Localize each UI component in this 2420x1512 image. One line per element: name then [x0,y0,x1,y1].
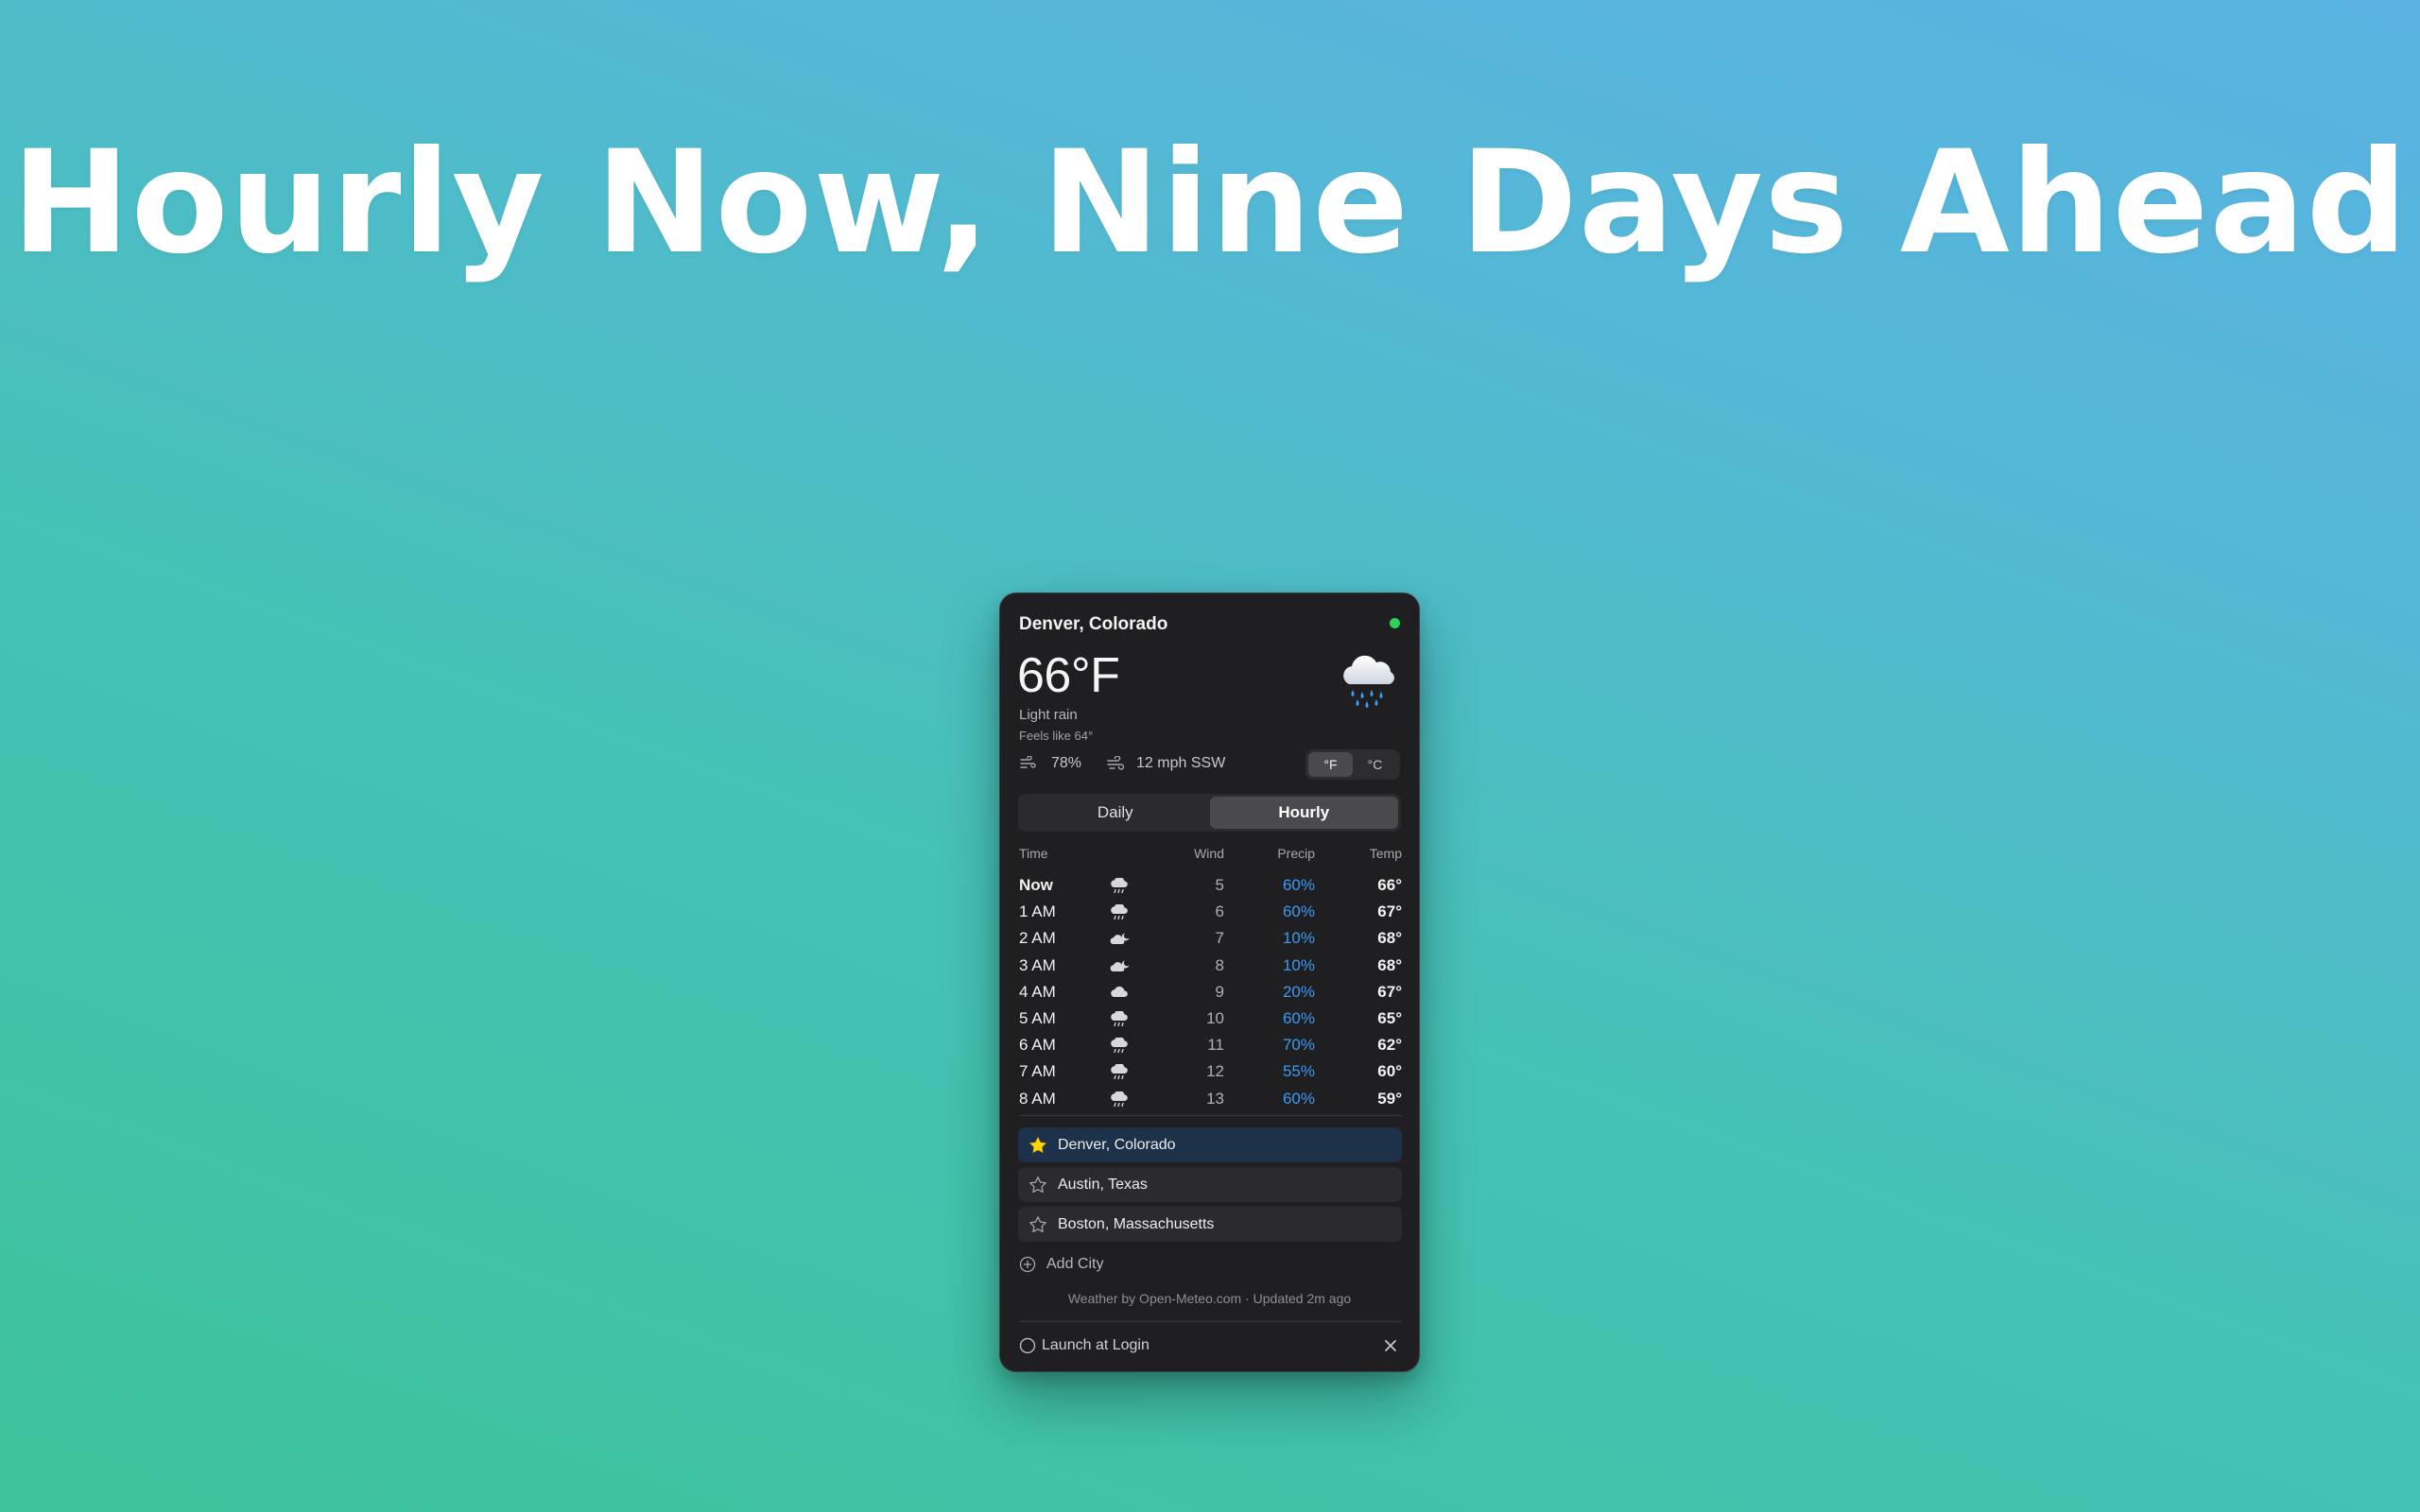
row-precip: 10% [1282,955,1315,974]
row-precip: 60% [1282,876,1315,894]
wind-icon [1106,756,1125,771]
attribution-text: Weather by Open-Meteo.com · Updated 2m a… [1067,1291,1352,1306]
row-wind: 11 [1207,1036,1224,1055]
city-item-denver[interactable]: Denver, Colorado [1018,1127,1402,1162]
humidity-icon [1019,756,1038,771]
rain-icon [1109,1005,1133,1032]
row-temp: 59° [1377,1089,1402,1108]
rain-icon [1109,872,1133,899]
header-wind: Wind [1194,846,1224,861]
city-item-label: Austin, Texas [1058,1176,1148,1193]
row-time: 5 AM [1019,1008,1056,1027]
divider [1019,1115,1402,1116]
cloud-moon-icon [1109,925,1133,952]
city-item-label: Denver, Colorado [1058,1136,1176,1153]
status-indicator [1390,618,1400,628]
current-temperature: 66°F [1017,648,1120,703]
launch-at-login-label: Launch at Login [1042,1337,1150,1353]
add-city-label: Add City [1046,1256,1104,1272]
row-time: 8 AM [1019,1089,1056,1108]
row-time: 3 AM [1019,955,1056,974]
tab-daily[interactable]: Daily [1021,797,1210,829]
row-time: 4 AM [1019,982,1056,1001]
table-row: 1 AM 6 60% 67° [1019,899,1402,925]
row-wind: 9 [1215,982,1224,1001]
rain-icon [1109,899,1133,925]
city-item-boston[interactable]: Boston, Massachusetts [1018,1207,1402,1242]
table-row: 8 AM 13 60% 59° [1019,1086,1402,1112]
row-time: 7 AM [1019,1062,1056,1081]
checkbox-icon[interactable] [1019,1337,1036,1354]
stats-row: 78% 12 mph SSW [1019,752,1225,775]
row-wind: 7 [1215,929,1224,948]
launch-at-login-toggle[interactable]: Launch at Login [1019,1334,1150,1357]
star-outline-icon[interactable] [1028,1215,1047,1234]
table-row: Now 5 60% 66° [1019,872,1402,899]
wind-value: 12 mph SSW [1136,755,1226,771]
weather-popover: Denver, Colorado 66°F Light rain Feels l… [999,593,1420,1372]
city-item-label: Boston, Massachusetts [1058,1215,1215,1232]
star-filled-icon[interactable] [1028,1136,1047,1155]
row-wind: 6 [1215,902,1224,921]
saved-cities-list: Denver, Colorado Austin, Texas Boston, M… [1018,1127,1402,1246]
header-time: Time [1019,846,1048,861]
feels-like-text: Feels like 64° [1019,729,1094,743]
star-outline-icon[interactable] [1028,1176,1047,1194]
table-row: 6 AM 11 70% 62° [1019,1032,1402,1058]
table-row: 5 AM 10 60% 65° [1019,1005,1402,1032]
rain-icon [1109,1032,1133,1058]
current-city-title: Denver, Colorado [1019,614,1168,634]
row-wind: 13 [1206,1089,1224,1108]
divider [1019,1321,1402,1322]
row-temp: 66° [1377,876,1402,894]
row-temp: 68° [1377,929,1402,948]
cloud-icon [1109,979,1133,1005]
row-precip: 55% [1282,1062,1315,1081]
rain-cloud-icon [1336,646,1402,713]
table-row: 2 AM 7 10% 68° [1019,925,1402,952]
plus-circle-icon [1019,1256,1036,1273]
hourly-table-body: Now 5 60% 66° 1 AM 6 60% 67° 2 AM 7 10% … [1019,872,1402,1112]
row-temp: 67° [1377,902,1402,921]
header-temp: Temp [1369,846,1402,861]
row-wind: 10 [1206,1008,1224,1027]
close-icon[interactable] [1381,1336,1400,1355]
table-row: 7 AM 12 55% 60° [1019,1058,1402,1085]
row-precip: 20% [1282,982,1315,1001]
row-precip: 60% [1282,1089,1315,1108]
row-wind: 5 [1215,876,1224,894]
city-item-austin[interactable]: Austin, Texas [1018,1167,1402,1202]
row-time: Now [1019,876,1053,894]
rain-icon [1109,1058,1133,1085]
celsius-button[interactable]: °C [1353,752,1397,777]
fahrenheit-button[interactable]: °F [1308,752,1353,777]
rain-icon [1109,1086,1133,1112]
condition-text: Light rain [1019,707,1078,723]
table-row: 3 AM 8 10% 68° [1019,953,1402,979]
row-precip: 70% [1282,1036,1315,1055]
row-temp: 65° [1377,1008,1402,1027]
view-segmented-control: Daily Hourly [1018,794,1401,832]
header-precip: Precip [1277,846,1315,861]
headline: Hourly Now, Nine Days Ahead [11,121,2409,285]
row-precip: 60% [1282,1008,1315,1027]
row-time: 2 AM [1019,929,1056,948]
table-row: 4 AM 9 20% 67° [1019,979,1402,1005]
row-precip: 60% [1282,902,1315,921]
row-time: 6 AM [1019,1036,1056,1055]
add-city-button[interactable]: Add City [1019,1253,1103,1276]
row-temp: 60° [1377,1062,1402,1081]
humidity-value: 78% [1051,755,1082,771]
tab-hourly[interactable]: Hourly [1209,797,1398,829]
row-time: 1 AM [1019,902,1056,921]
row-temp: 62° [1377,1036,1402,1055]
row-precip: 10% [1282,929,1315,948]
row-wind: 8 [1215,955,1224,974]
unit-toggle: °F °C [1305,749,1400,780]
row-temp: 68° [1377,955,1402,974]
cloud-moon-icon [1109,953,1133,979]
row-wind: 12 [1206,1062,1224,1081]
row-temp: 67° [1377,982,1402,1001]
hourly-table-header: Time Wind Precip Temp [1019,846,1402,865]
